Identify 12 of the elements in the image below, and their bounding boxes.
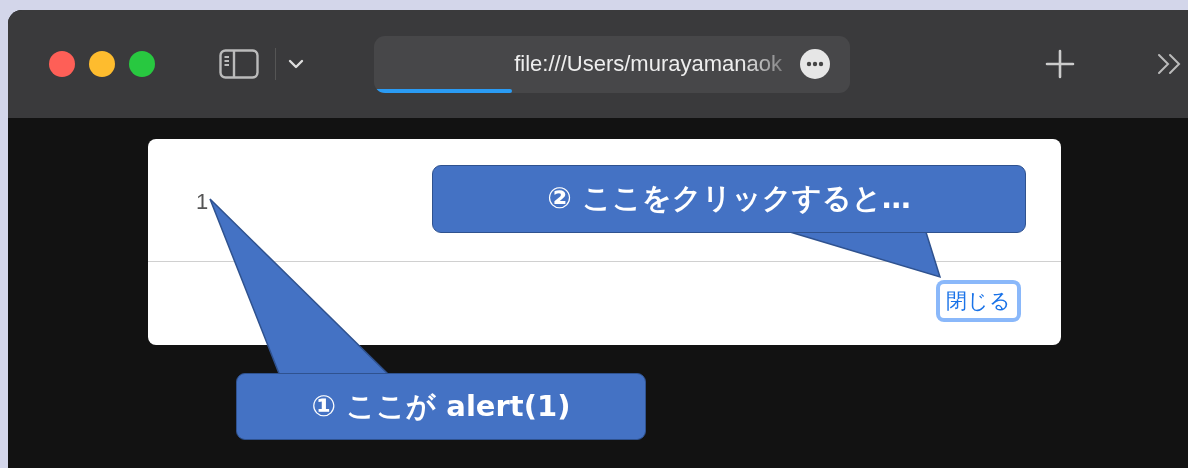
zoom-button[interactable] <box>129 51 155 77</box>
alert-message: 1 <box>196 189 209 214</box>
address-bar[interactable]: file:///Users/murayamanaok <box>374 35 850 93</box>
callout-label: ① ここが alert(1) <box>236 373 646 440</box>
more-icon[interactable] <box>800 49 830 79</box>
sidebar-icon[interactable] <box>219 49 259 79</box>
minimize-button[interactable] <box>89 51 115 77</box>
chevron-down-icon[interactable] <box>288 58 304 70</box>
new-tab-icon[interactable] <box>1045 49 1075 79</box>
close-button[interactable] <box>49 51 75 77</box>
double-chevron-icon[interactable] <box>1157 53 1183 75</box>
url-text: file:///Users/murayamanaok <box>514 51 782 77</box>
